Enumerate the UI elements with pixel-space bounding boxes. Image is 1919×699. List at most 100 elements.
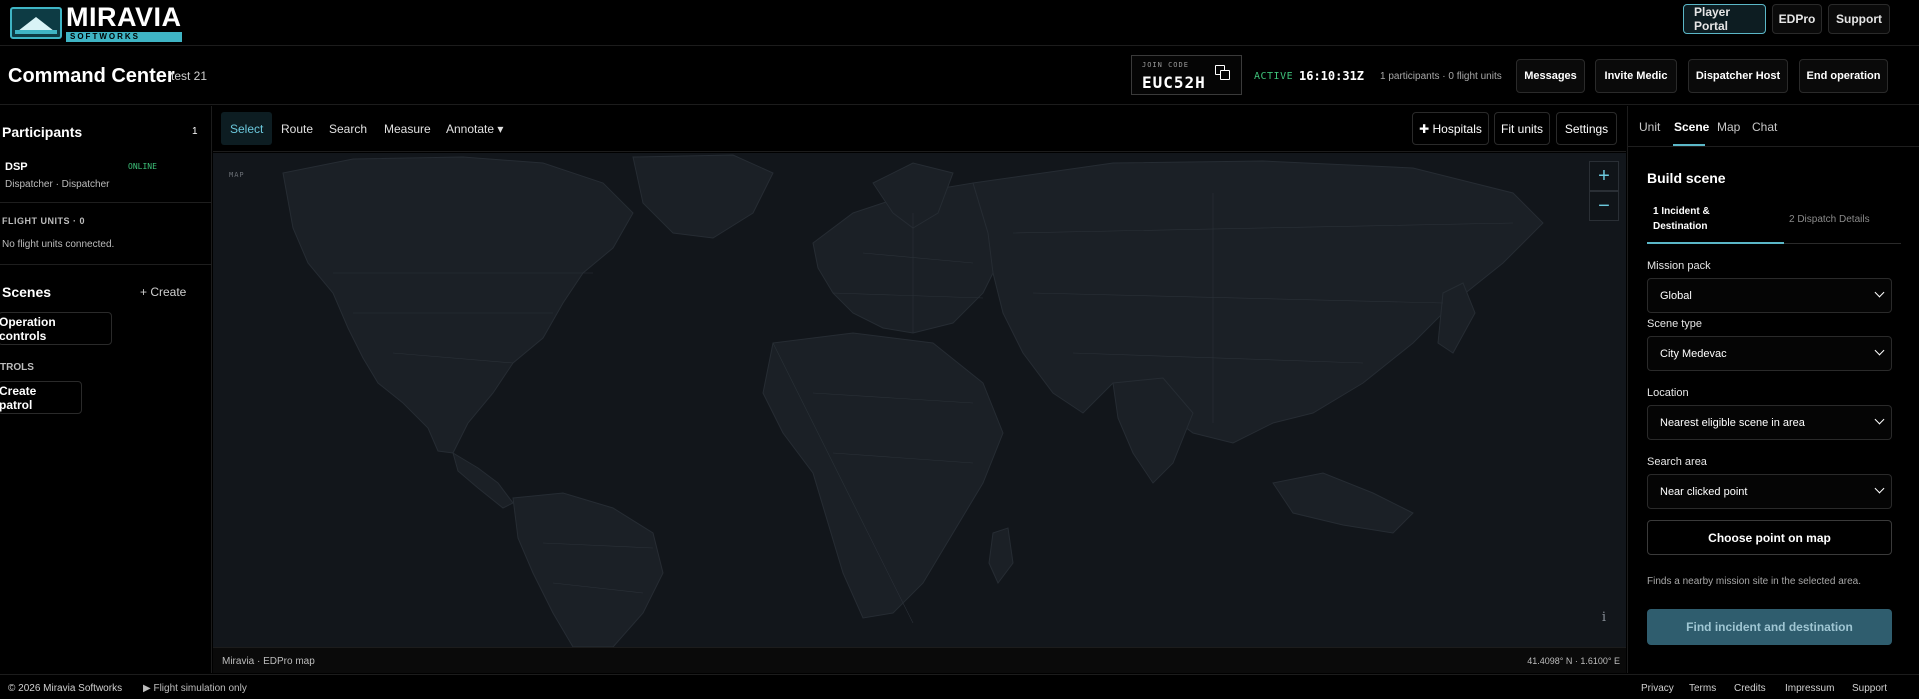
participant-code: DSP <box>5 161 28 173</box>
central-america-landmass <box>452 451 514 509</box>
participant-counts: 1 participants · 0 flight units <box>1380 71 1502 82</box>
scenes-title: Scenes <box>2 284 52 300</box>
credits-link[interactable]: Credits <box>1734 683 1766 694</box>
scene-panel: Unit Scene Map Chat Build scene 1 Incide… <box>1627 106 1919 673</box>
tool-select[interactable]: Select <box>221 112 273 145</box>
location-label: Location <box>1647 387 1689 399</box>
map-landmass <box>282 154 1544 647</box>
divider <box>0 202 212 203</box>
brand-logo[interactable]: MIRAVIA SOFTWORKS <box>10 1 182 42</box>
tab-map[interactable]: Map <box>1717 120 1740 134</box>
flight-units-title: FLIGHT UNITS · 0 <box>2 216 85 226</box>
end-operation-button[interactable]: End operation <box>1799 59 1888 93</box>
settings-button[interactable]: Settings <box>1556 112 1617 145</box>
map-toolbar: Select Route Search Measure Annotate ▾ ✚… <box>213 106 1626 152</box>
invite-medic-button[interactable]: Invite Medic <box>1595 59 1677 93</box>
active-tab-indicator <box>1673 144 1705 146</box>
tab-unit[interactable]: Unit <box>1639 120 1660 134</box>
search-area-select[interactable]: Near clicked point <box>1647 474 1892 509</box>
messages-button[interactable]: Messages <box>1516 59 1585 93</box>
zoom-out-button[interactable]: − <box>1589 191 1619 221</box>
mission-pack-select[interactable]: Global <box>1647 278 1892 313</box>
impressum-link[interactable]: Impressum <box>1785 683 1834 694</box>
map-label: MAP <box>229 171 245 179</box>
fit-units-button[interactable]: Fit units <box>1494 112 1550 145</box>
status-badge: ACTIVE <box>1254 71 1294 82</box>
footer: © 2026 Miravia Softworks ▶ Flight simula… <box>0 674 1919 699</box>
location-value: Nearest eligible scene in area <box>1660 416 1805 429</box>
tab-scene[interactable]: Scene <box>1674 120 1709 134</box>
scene-type-label: Scene type <box>1647 318 1703 330</box>
chevron-down-icon <box>1874 483 1885 494</box>
japan-landmass <box>1437 282 1476 354</box>
operation-controls-button[interactable]: Operation controls <box>0 312 112 345</box>
page-title: Command Center <box>8 65 175 87</box>
chevron-down-icon <box>1874 287 1885 298</box>
edpro-button[interactable]: EDPro <box>1772 4 1822 34</box>
tab-chat[interactable]: Chat <box>1752 120 1777 134</box>
south-america-landmass <box>512 492 664 647</box>
utc-clock: 16:10:31Z <box>1299 69 1365 83</box>
find-incident-button[interactable]: Find incident and destination <box>1647 609 1892 645</box>
scene-type-select[interactable]: City Medevac <box>1647 336 1892 371</box>
terms-link[interactable]: Terms <box>1689 683 1716 694</box>
zoom-in-button[interactable]: + <box>1589 161 1619 191</box>
search-area-label: Search area <box>1647 456 1707 468</box>
player-portal-button[interactable]: Player Portal <box>1683 4 1766 34</box>
active-step-indicator <box>1647 242 1784 244</box>
africa-landmass <box>762 332 1004 619</box>
dispatcher-host-button[interactable]: Dispatcher Host <box>1688 59 1788 93</box>
privacy-link[interactable]: Privacy <box>1641 683 1674 694</box>
tabs-divider <box>1628 146 1919 147</box>
brand-sub: SOFTWORKS <box>66 31 182 42</box>
map-footer: Miravia · EDPro map 41.4098° N · 1.6100°… <box>213 647 1626 673</box>
top-bar: MIRAVIA SOFTWORKS Player Portal EDPro Su… <box>0 0 1919 46</box>
join-code: EUC52H <box>1142 73 1206 92</box>
join-code-label: JOIN CODE <box>1142 61 1189 69</box>
north-america-landmass <box>282 156 634 454</box>
sidebar: Participants 1 DSP ONLINE Dispatcher · D… <box>0 106 212 673</box>
participant-role: Dispatcher · Dispatcher <box>5 179 110 190</box>
panel-title: Build scene <box>1647 170 1726 186</box>
join-code-box: JOIN CODE EUC52H <box>1131 55 1242 95</box>
sim-notice: ▶ Flight simulation only <box>143 683 247 694</box>
map-coordinates: 41.4098° N · 1.6100° E <box>1527 656 1620 666</box>
southeast-asia-islands <box>1272 472 1414 534</box>
chevron-down-icon <box>1874 345 1885 356</box>
search-hint: Finds a nearby mission site in the selec… <box>1647 576 1861 587</box>
location-select[interactable]: Nearest eligible scene in area <box>1647 405 1892 440</box>
create-scene-link[interactable]: + Create <box>140 285 186 299</box>
scene-type-value: City Medevac <box>1660 347 1727 360</box>
choose-point-button[interactable]: Choose point on map <box>1647 520 1892 555</box>
support-link[interactable]: Support <box>1852 683 1887 694</box>
controls-label: TROLS <box>0 362 34 373</box>
tool-route[interactable]: Route <box>272 112 322 145</box>
step-divider <box>1784 243 1901 244</box>
hospitals-button[interactable]: ✚ Hospitals <box>1412 112 1489 145</box>
mission-pack-label: Mission pack <box>1647 260 1711 272</box>
madagascar-landmass <box>988 527 1014 584</box>
mountain-logo-icon <box>10 6 62 39</box>
map-attribution: Miravia · EDPro map <box>222 656 315 667</box>
create-patrol-button[interactable]: Create patrol <box>0 381 82 414</box>
operation-header: Command Center test 21 JOIN CODE EUC52H … <box>0 47 1919 105</box>
flight-units-empty: No flight units connected. <box>2 239 115 250</box>
support-button[interactable]: Support <box>1828 4 1890 34</box>
mission-pack-value: Global <box>1660 289 1692 302</box>
world-map[interactable]: MAP + − i <box>213 153 1626 647</box>
step-incident-destination[interactable]: 1 Incident & Destination <box>1653 204 1753 234</box>
search-area-value: Near clicked point <box>1660 485 1748 498</box>
chevron-down-icon <box>1874 414 1885 425</box>
participants-title: Participants <box>2 124 83 140</box>
brand-name: MIRAVIA <box>66 1 182 32</box>
tool-measure[interactable]: Measure <box>375 112 440 145</box>
participants-count: 1 <box>192 126 198 137</box>
tool-search[interactable]: Search <box>320 112 376 145</box>
copy-icon[interactable] <box>1215 65 1231 81</box>
greenland-landmass <box>632 154 774 239</box>
divider <box>0 264 212 265</box>
tool-annotate-dropdown[interactable]: Annotate ▾ <box>437 112 512 145</box>
info-icon[interactable]: i <box>1602 610 1606 625</box>
step-dispatch-details[interactable]: 2 Dispatch Details <box>1789 214 1870 225</box>
copyright: © 2026 Miravia Softworks <box>8 683 123 694</box>
